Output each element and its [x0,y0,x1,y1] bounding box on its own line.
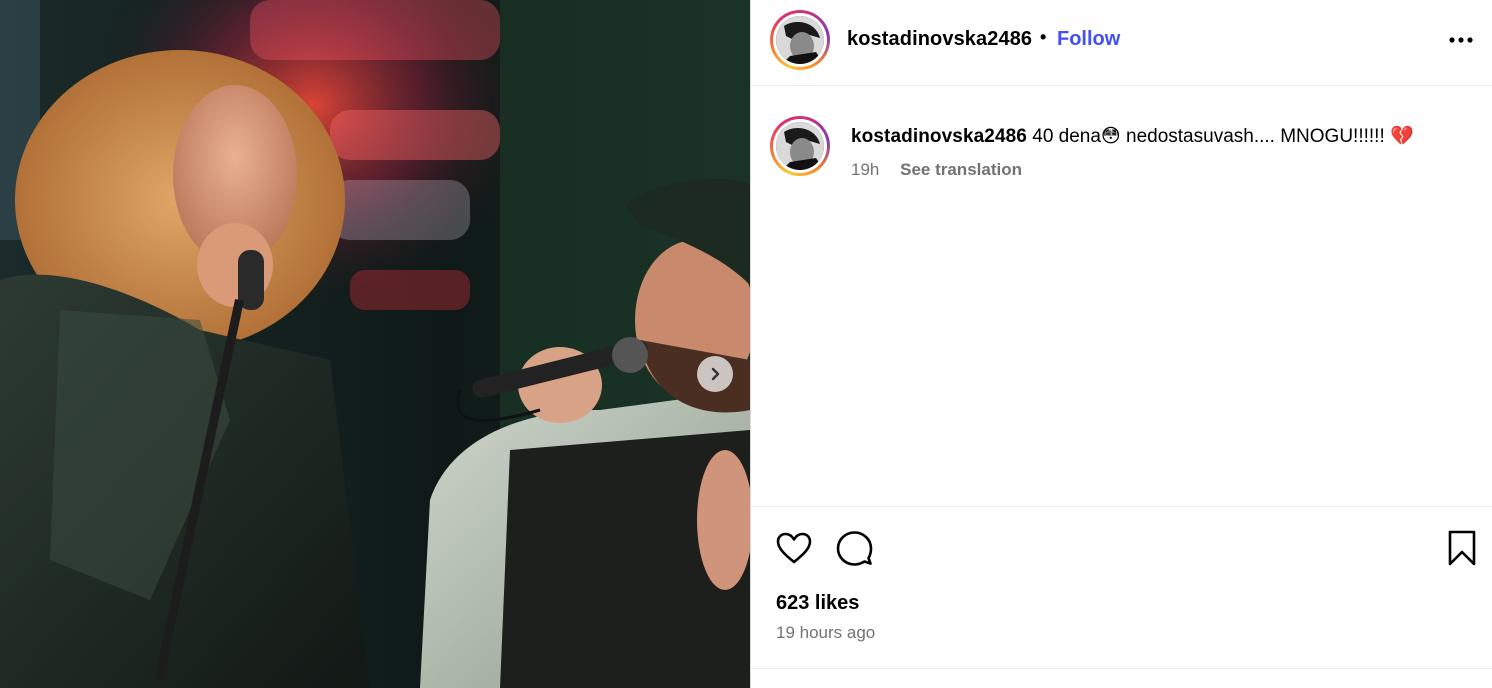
caption-meta: 19h See translation [851,160,1022,180]
post-time-ago[interactable]: 19 hours ago [776,623,875,643]
more-options-icon[interactable] [1447,30,1475,50]
profile-picture-image [776,122,824,170]
bookmark-icon[interactable] [1443,529,1481,567]
caption-text: 40 dena😳 nedostasuvash.... MNOGU!!!!!! 💔 [1026,126,1414,147]
caption-avatar[interactable] [770,116,830,176]
divider [751,668,1492,669]
caption-line: kostadinovska2486 40 dena😳 nedostasuvash… [851,124,1414,148]
see-translation-button[interactable]: See translation [900,160,1022,179]
caption-username[interactable]: kostadinovska2486 [851,126,1027,147]
separator-dot: • [1040,27,1047,47]
concert-photo-image [0,0,750,688]
header-username[interactable]: kostadinovska2486 [847,28,1032,51]
post-side-panel: kostadinovska2486 • Follow kostadinovska… [750,0,1492,688]
chevron-right-icon [711,367,720,381]
caption-time[interactable]: 19h [851,160,879,179]
avatar[interactable] [770,10,830,70]
post-photo[interactable] [0,0,750,688]
comment-bubble-icon[interactable] [835,529,873,567]
caption-section: kostadinovska2486 40 dena😳 nedostasuvash… [751,86,1492,506]
likes-count[interactable]: 623 likes [776,592,859,615]
heart-icon[interactable] [775,529,813,567]
post-actions: 623 likes 19 hours ago [751,506,1492,670]
post-header: kostadinovska2486 • Follow [751,0,1492,86]
carousel-next-button[interactable] [697,356,733,392]
follow-button[interactable]: Follow [1057,28,1120,51]
profile-picture-image [776,16,824,64]
